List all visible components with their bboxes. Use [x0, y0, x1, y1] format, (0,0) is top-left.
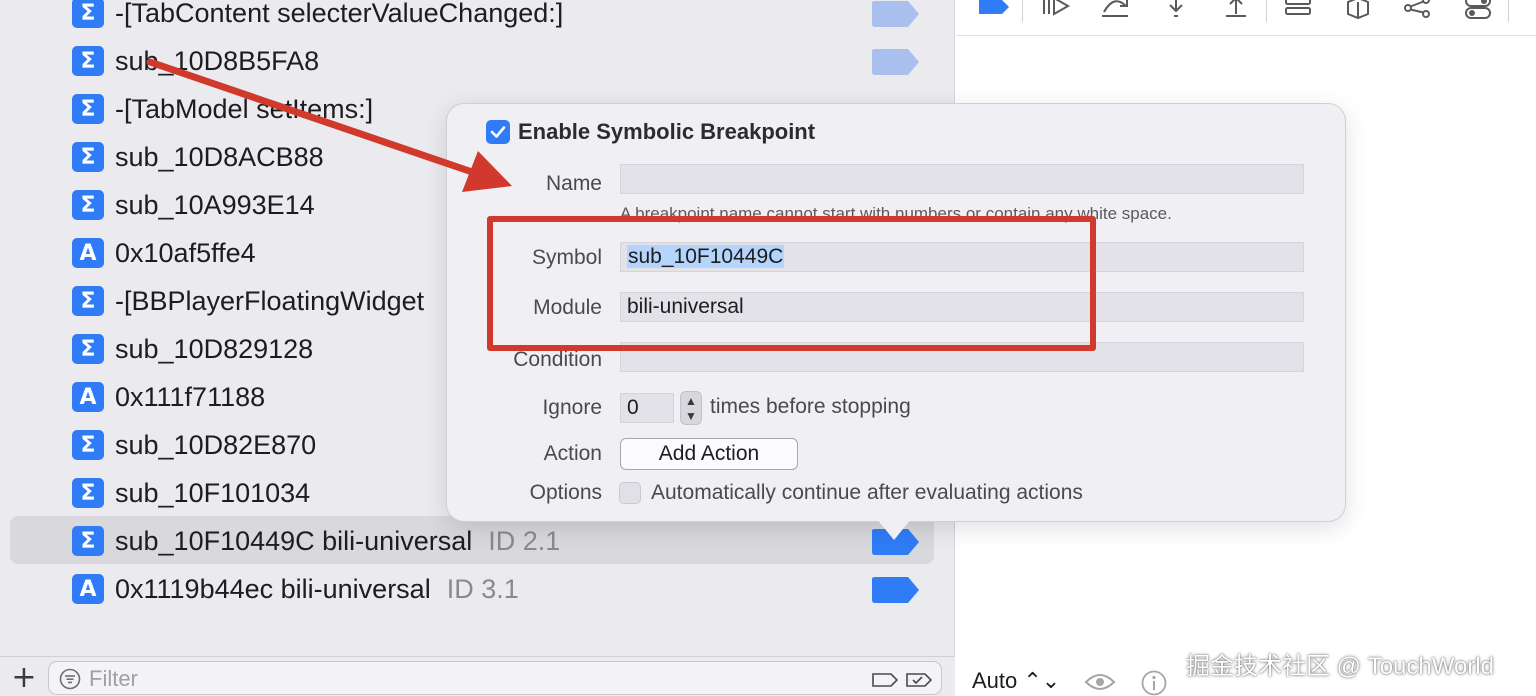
toolbar-divider: [1022, 0, 1023, 22]
symbolic-breakpoint-icon: Σ: [72, 190, 104, 220]
breakpoint-name: -[BBPlayerFloatingWidget: [115, 286, 424, 316]
breakpoint-name: sub_10D8B5FA8: [115, 46, 319, 76]
breakpoint-row[interactable]: Σ -[TabContent selecterValueChanged:]: [10, 0, 934, 36]
breakpoint-toggle-icon[interactable]: [976, 0, 1012, 32]
stepper-up-icon[interactable]: ▲: [681, 394, 701, 408]
breakpoint-label: sub_10F101034: [115, 478, 311, 508]
breakpoint-marker-icon[interactable]: [870, 49, 920, 75]
breakpoint-name: 0x10af5ffe4: [115, 238, 256, 268]
memory-graph-icon[interactable]: [1400, 0, 1436, 32]
breakpoint-label: sub_10D82E870: [115, 430, 317, 460]
breakpoint-marker-icon[interactable]: [870, 1, 920, 27]
breakpoint-label: sub_10F10449C bili-universal: [115, 526, 473, 556]
symbolic-breakpoint-icon: Σ: [72, 142, 104, 172]
info-icon[interactable]: [1141, 670, 1167, 696]
breakpoint-label: sub_10D8ACB88: [115, 142, 324, 172]
breakpoint-name: 0x111f71188: [115, 382, 265, 412]
stepper-down-icon[interactable]: ▼: [681, 409, 701, 423]
ignore-count-field[interactable]: 0: [620, 393, 674, 423]
breakpoint-name: -[TabContent selecterValueChanged:]: [115, 0, 563, 28]
checkmark-icon: [490, 126, 506, 138]
step-over-icon[interactable]: [1098, 0, 1134, 32]
view-hierarchy-icon[interactable]: [1280, 0, 1316, 32]
breakpoint-name: sub_10D82E870: [115, 430, 316, 460]
breakpoint-name: sub_10F10449C bili-universal ID 2.1: [115, 526, 560, 556]
breakpoint-label: -[BBPlayerFloatingWidget: [115, 286, 425, 316]
watermark: 掘金技术社区 @ TouchWorld: [1186, 653, 1494, 680]
symbolic-breakpoint-icon: Σ: [72, 430, 104, 460]
breakpoint-label: 0x1119b44ec bili-universal: [115, 574, 431, 604]
symbolic-breakpoint-icon: Σ: [72, 526, 104, 556]
breakpoint-marker-icon[interactable]: [870, 577, 920, 603]
step-out-icon[interactable]: [1218, 0, 1254, 32]
environment-overrides-icon[interactable]: [1460, 0, 1496, 32]
toolbar-divider: [1266, 0, 1267, 22]
address-breakpoint-icon: A: [72, 382, 104, 412]
auto-continue-label: Automatically continue after evaluating …: [651, 481, 1083, 504]
breakpoint-name: sub_10A993E14: [115, 190, 315, 220]
ignore-label: Ignore: [542, 396, 602, 419]
step-into-icon[interactable]: [1158, 0, 1194, 32]
breakpoint-label: sub_10A993E14: [115, 190, 315, 220]
breakpoint-id: ID 2.1: [488, 526, 561, 556]
name-field[interactable]: [620, 164, 1304, 194]
debug-view-icon[interactable]: [1340, 0, 1376, 32]
ignore-suffix: times before stopping: [710, 395, 911, 418]
breakpoint-name: sub_10F101034: [115, 478, 310, 508]
symbolic-breakpoint-icon: Σ: [72, 94, 104, 124]
breakpoint-name: -[TabModel setItems:]: [115, 94, 373, 124]
address-breakpoint-icon: A: [72, 238, 104, 268]
options-label: Options: [529, 481, 602, 504]
enable-breakpoint-label: Enable Symbolic Breakpoint: [518, 119, 816, 144]
breakpoint-label: -[TabModel setItems:]: [115, 94, 374, 124]
symbolic-breakpoint-icon: Σ: [72, 0, 104, 28]
continue-icon[interactable]: [1038, 0, 1074, 32]
breakpoint-label: sub_10D8B5FA8: [115, 46, 320, 76]
breakpoint-row[interactable]: Σsub_10D8B5FA8: [10, 36, 934, 84]
symbolic-breakpoint-icon: Σ: [72, 286, 104, 316]
ignore-count-stepper[interactable]: ▲ ▼: [680, 391, 702, 425]
breakpoint-id: ID 3.1: [446, 574, 519, 604]
variables-view-mode-select[interactable]: Auto ⌃⌄: [972, 668, 1060, 694]
navigator-bottom-bar: +: [0, 656, 955, 696]
breakpoint-filter-icon[interactable]: [871, 671, 899, 689]
breakpoint-row[interactable]: A 0x1119b44ec bili-universal ID 3.1: [10, 564, 934, 612]
name-label: Name: [545, 172, 602, 195]
breakpoint-label: 0x111f71188: [115, 382, 266, 412]
enabled-filter-icon[interactable]: [905, 671, 933, 689]
toolbar-divider: [1508, 0, 1509, 22]
filter-input[interactable]: [89, 666, 789, 692]
symbolic-breakpoint-icon: Σ: [72, 334, 104, 364]
breakpoint-label: sub_10D829128: [115, 334, 314, 364]
symbolic-breakpoint-icon: Σ: [72, 46, 104, 76]
debug-toolbar: [956, 0, 1536, 36]
eye-icon[interactable]: [1084, 670, 1116, 694]
filter-field[interactable]: [48, 661, 942, 695]
popover-tail: [876, 518, 912, 540]
auto-continue-checkbox[interactable]: [619, 482, 641, 504]
breakpoint-name: 0x1119b44ec bili-universal ID 3.1: [115, 574, 519, 604]
add-action-button[interactable]: Add Action: [620, 438, 798, 470]
filter-icon: [59, 668, 81, 690]
breakpoint-name: sub_10D8ACB88: [115, 142, 324, 172]
breakpoint-name: sub_10D829128: [115, 334, 313, 364]
breakpoint-label: -[TabContent selecterValueChanged:]: [115, 0, 564, 28]
add-breakpoint-button[interactable]: +: [10, 663, 38, 693]
annotation-highlight-box: [487, 216, 1096, 351]
breakpoint-row[interactable]: Σsub_10F10449C bili-universal ID 2.1: [10, 516, 934, 564]
breakpoint-label: 0x10af5ffe4: [115, 238, 256, 268]
enable-breakpoint-checkbox[interactable]: [486, 120, 510, 144]
condition-label: Condition: [513, 348, 602, 371]
address-breakpoint-icon: A: [72, 574, 104, 604]
symbolic-breakpoint-icon: Σ: [72, 478, 104, 508]
action-label: Action: [543, 442, 602, 465]
